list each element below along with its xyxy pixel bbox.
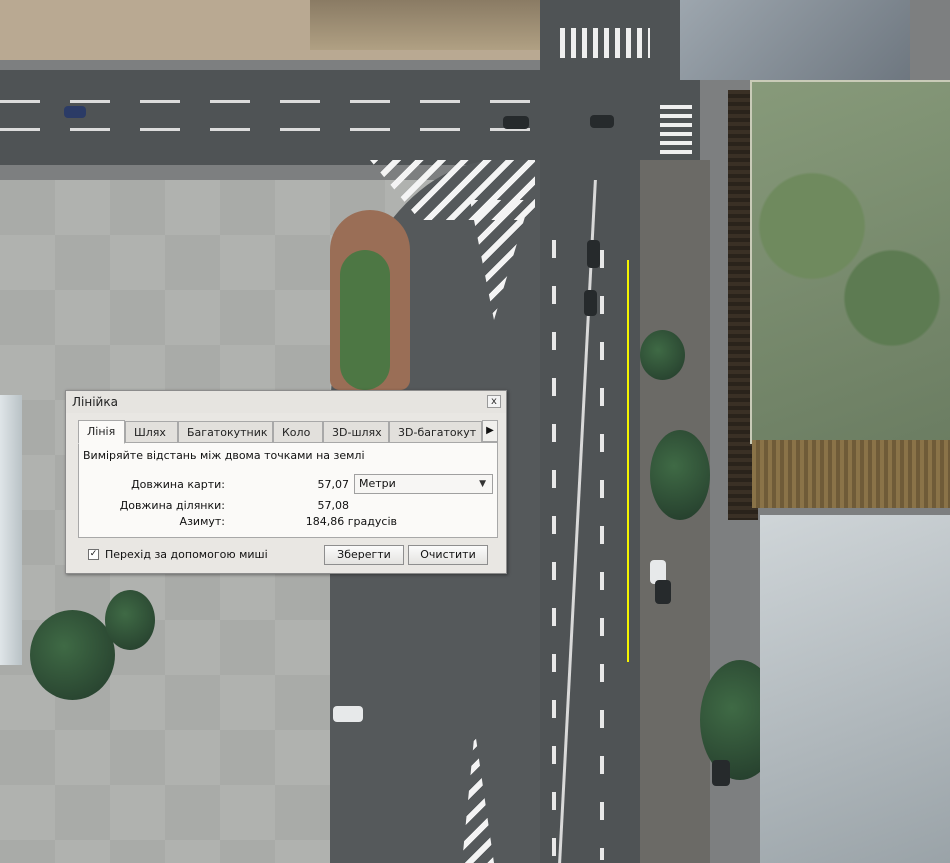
map-building-light — [760, 515, 950, 863]
tab-3d-path[interactable]: 3D-шлях — [323, 421, 389, 443]
map-car — [587, 240, 600, 268]
mouse-nav-checkbox[interactable]: ✓ — [88, 549, 99, 560]
map-car — [333, 706, 363, 722]
map-building-white — [0, 395, 22, 665]
segment-length-label: Довжина ділянки: — [119, 499, 225, 512]
map-tree — [650, 430, 710, 520]
map-tree — [640, 330, 685, 380]
units-selected-value: Метри — [359, 477, 396, 490]
clear-button[interactable]: Очистити — [408, 545, 488, 565]
map-crosswalk — [560, 28, 650, 58]
tab-scroll-right-button[interactable]: ▶ — [482, 420, 498, 442]
tab-line[interactable]: Лінія — [78, 420, 125, 444]
tab-path[interactable]: Шлях — [125, 421, 178, 443]
dialog-titlebar[interactable]: Лінійка x — [66, 391, 506, 413]
tab-polygon[interactable]: Багатокутник — [178, 421, 273, 443]
measure-description: Виміряйте відстань між двома точками на … — [83, 449, 365, 462]
close-button[interactable]: x — [487, 395, 501, 408]
map-crosswalk — [660, 105, 692, 155]
map-building-roof — [680, 0, 910, 80]
ruler-tabs: Лінія Шлях Багатокутник Коло 3D-шлях 3D-… — [78, 420, 498, 444]
map-lane-marking — [600, 250, 604, 860]
ruler-measure-line — [627, 260, 629, 662]
map-lane-marking — [0, 128, 540, 131]
map-car — [655, 580, 671, 604]
azimuth-label: Азимут: — [179, 515, 225, 528]
map-length-value: 57,07 — [317, 478, 350, 491]
map-car — [503, 116, 529, 129]
azimuth-value: 184,86 градусів — [305, 515, 397, 528]
map-building-front — [752, 440, 950, 508]
map-length-label: Довжина карти: — [131, 478, 225, 491]
line-tab-panel: Виміряйте відстань між двома точками на … — [78, 442, 498, 538]
map-lane-marking — [552, 240, 556, 860]
map-building-top — [310, 0, 560, 50]
map-car — [64, 106, 86, 118]
map-car — [590, 115, 614, 128]
map-car — [712, 760, 730, 786]
ruler-dialog: Лінійка x Лінія Шлях Багатокутник Коло 3… — [65, 390, 507, 574]
mouse-nav-label[interactable]: Перехід за допомогою миші — [105, 548, 268, 561]
save-button[interactable]: Зберегти — [324, 545, 404, 565]
map-tree — [30, 610, 115, 700]
check-icon: ✓ — [89, 549, 98, 559]
dialog-title: Лінійка — [72, 395, 118, 409]
segment-length-value: 57,08 — [317, 499, 350, 512]
tab-circle[interactable]: Коло — [273, 421, 323, 443]
units-select[interactable]: Метри ▼ — [354, 474, 493, 494]
map-building-roof-garden — [750, 80, 950, 444]
chevron-down-icon: ▼ — [479, 479, 486, 489]
map-tree — [105, 590, 155, 650]
chevron-right-icon: ▶ — [486, 425, 494, 436]
tab-3d-polygon[interactable]: 3D-багатокут — [389, 421, 482, 443]
map-lane-marking — [0, 100, 540, 103]
map-hedge — [340, 250, 390, 390]
map-car — [584, 290, 597, 316]
close-icon: x — [491, 396, 497, 407]
